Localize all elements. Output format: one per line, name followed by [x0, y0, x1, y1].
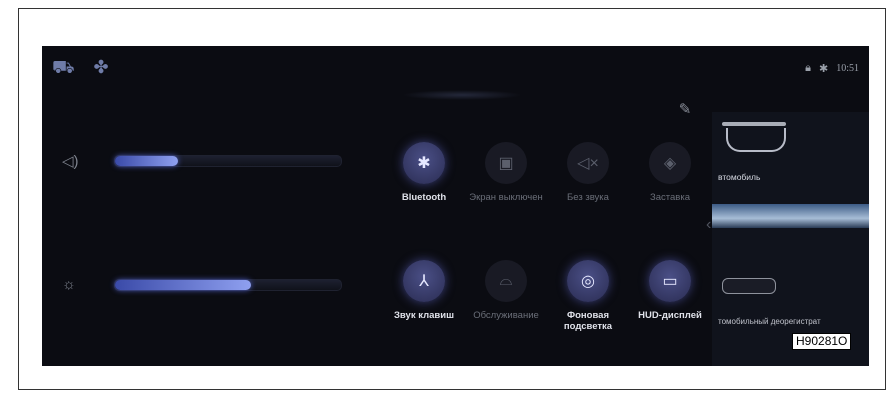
brightness-slider[interactable] [114, 278, 342, 291]
tile-bluetooth[interactable]: ✱ Bluetooth [382, 142, 466, 203]
seat-icon[interactable]: ⛟ [52, 56, 75, 78]
car-icon[interactable] [726, 128, 786, 152]
bluetooth-icon: ✱ [819, 63, 829, 75]
brightness-slider-row: ☼ [62, 276, 342, 293]
edit-icon[interactable]: ✎ [676, 101, 694, 119]
tile-label: Заставка [650, 192, 690, 203]
tile-hud[interactable]: ▭ HUD-дисплей [628, 260, 712, 321]
side-highlight-bar [712, 204, 869, 228]
tile-label: Фоновая подсветка [563, 310, 613, 332]
volume-slider[interactable] [114, 155, 342, 167]
tile-label: Экран выключен [469, 192, 543, 203]
status-bar-right: 🔒︎ ✱ 10:51 [805, 62, 859, 75]
dashcam-icon[interactable] [722, 278, 776, 294]
hud-icon: ▭ [649, 260, 691, 302]
lock-icon: 🔒︎ [805, 62, 811, 74]
volume-slider-row: ◁) [62, 152, 342, 170]
backlight-icon: ◎ [567, 260, 609, 302]
status-bar-left: ⛟ ✤ [52, 56, 112, 78]
car-roof-shape [722, 122, 786, 126]
screensaver-icon: ◈ [649, 142, 691, 184]
side-item-dashcam-label[interactable]: томобильный деорегистрат [718, 317, 828, 327]
key-sound-icon: ⅄ [403, 260, 445, 302]
tile-backlight[interactable]: ◎ Фоновая подсветка [546, 260, 630, 332]
brightness-icon: ☼ [62, 276, 76, 293]
volume-slider-fill [115, 156, 179, 166]
tile-mute[interactable]: ◁× Без звука [546, 142, 630, 203]
tile-screensaver[interactable]: ◈ Заставка [628, 142, 712, 203]
header-glow [402, 90, 522, 100]
side-item-car-label[interactable]: втомобиль [718, 172, 760, 182]
clock: 10:51 [836, 63, 859, 74]
service-icon: ⌓ [485, 260, 527, 302]
tile-label: Звук клавиш [393, 310, 455, 321]
chevron-left-icon[interactable]: ‹ [706, 216, 711, 234]
tile-key-sound[interactable]: ⅄ Звук клавиш [382, 260, 466, 321]
bluetooth-icon: ✱ [403, 142, 445, 184]
mute-icon: ◁× [567, 142, 609, 184]
figure-code: H90281O [792, 333, 852, 350]
infotainment-screen: ⛟ ✤ 🔒︎ ✱ 10:51 ✎ ◁) ☼ ✱ Bluetooth ▣ Экра… [42, 46, 869, 366]
tile-screen-off[interactable]: ▣ Экран выключен [464, 142, 548, 203]
volume-icon: ◁) [62, 153, 79, 170]
side-panel: втомобиль томобильный деорегистрат [712, 112, 869, 366]
tile-service[interactable]: ⌓ Обслуживание [464, 260, 548, 321]
fan-icon[interactable]: ✤ [90, 56, 112, 78]
tile-label: Bluetooth [401, 192, 447, 203]
screen-off-icon: ▣ [485, 142, 527, 184]
brightness-slider-fill [115, 279, 251, 290]
tile-label: Без звука [567, 192, 609, 203]
tile-label: HUD-дисплей [638, 310, 702, 321]
tile-label: Обслуживание [473, 310, 539, 321]
